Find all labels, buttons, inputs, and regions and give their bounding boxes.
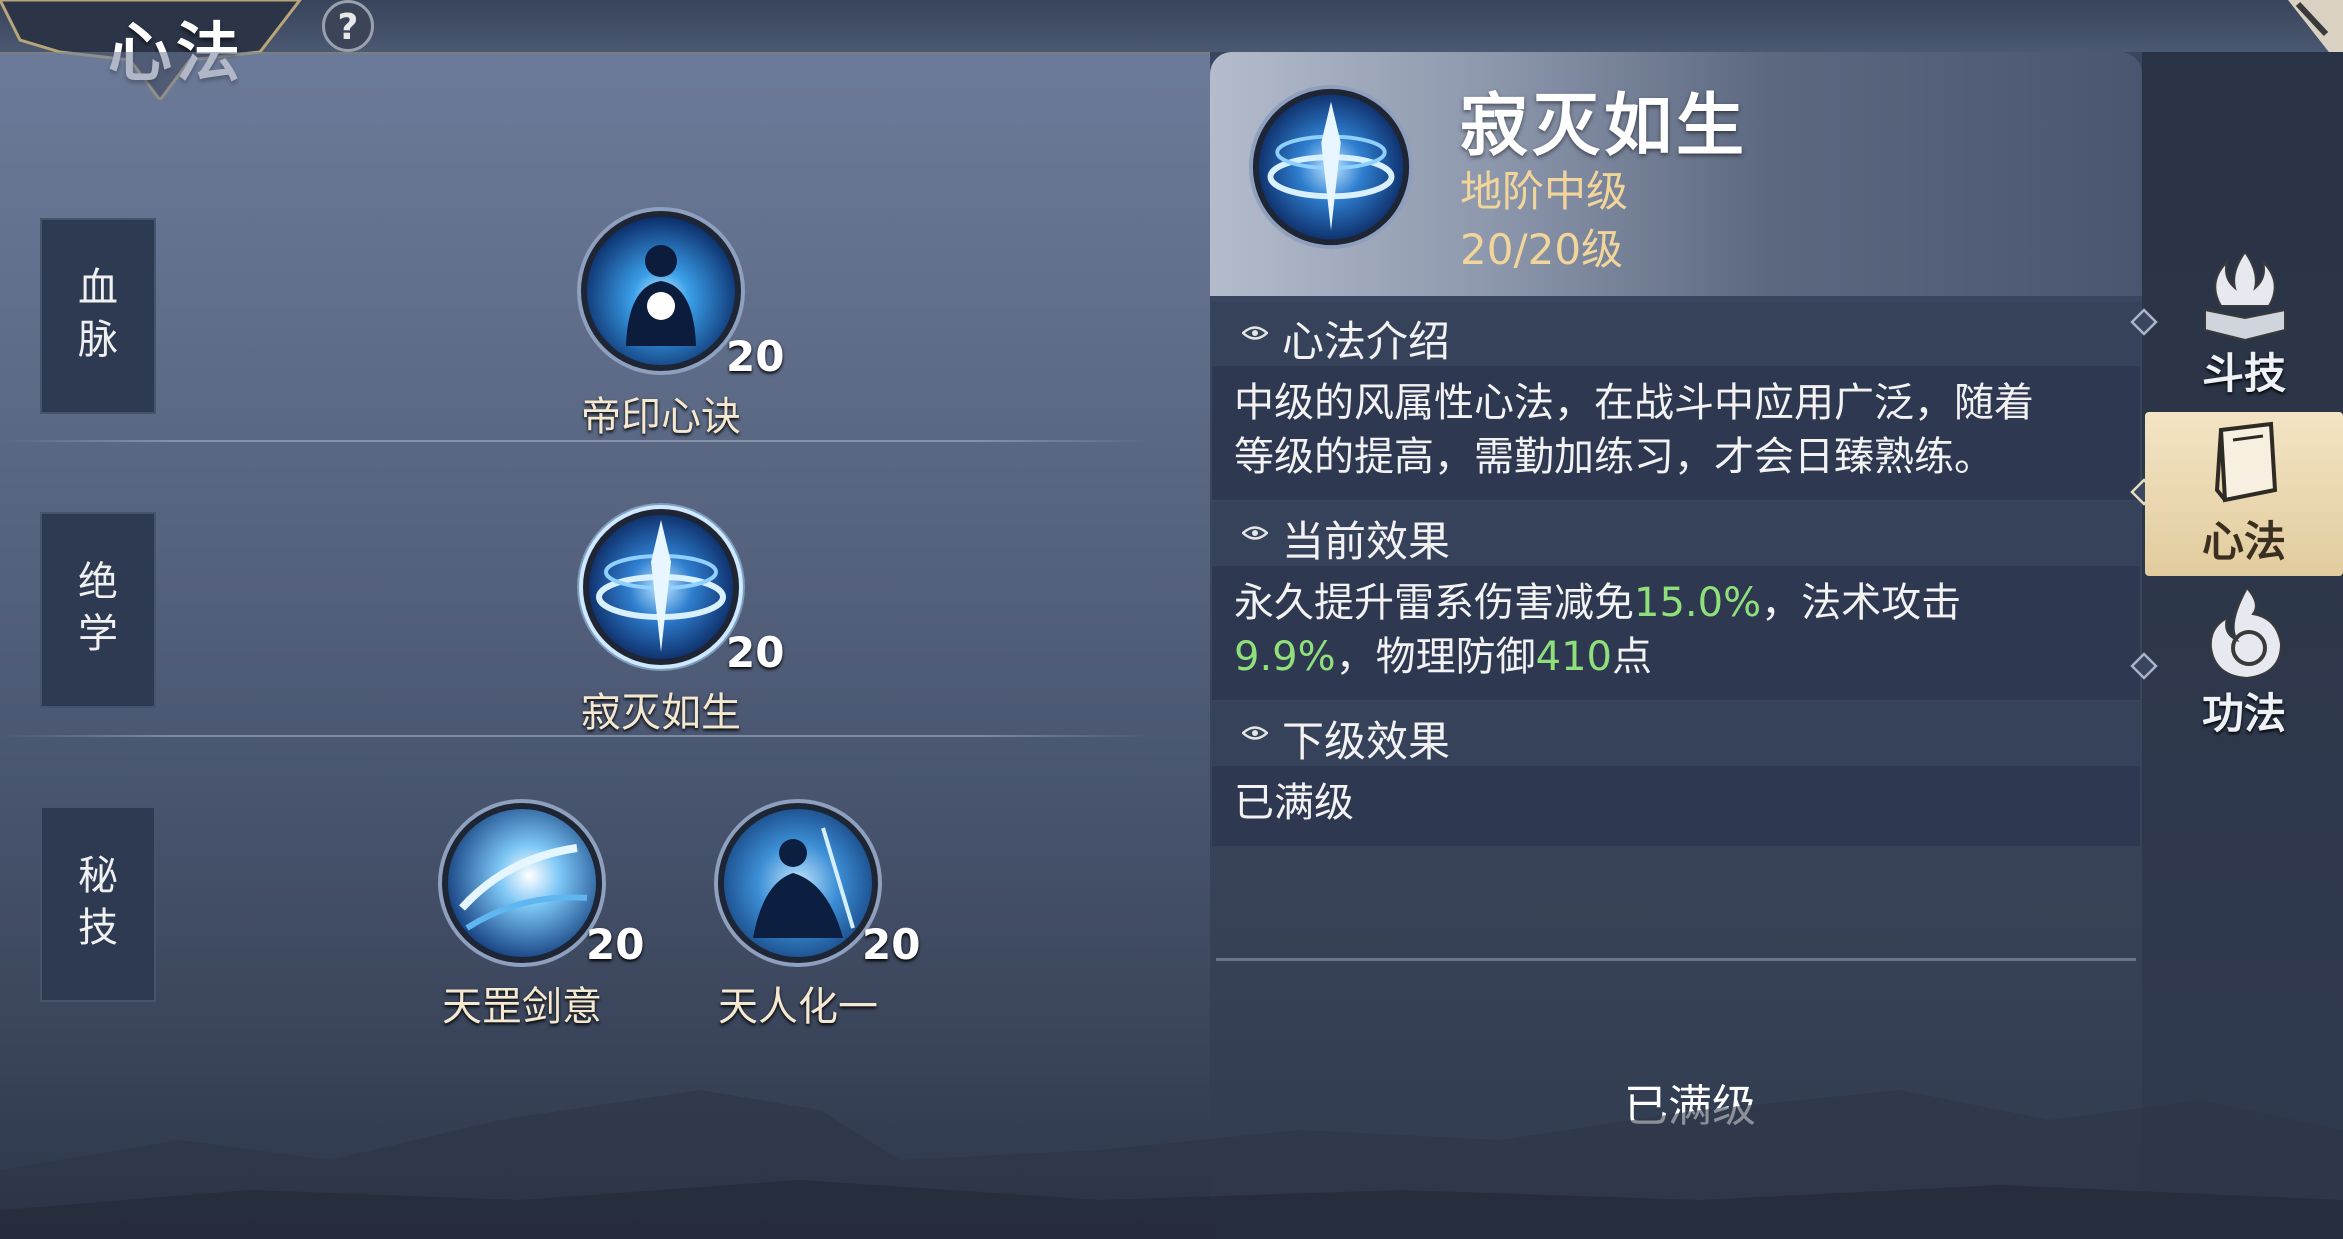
mountain-backdrop	[0, 1090, 2343, 1239]
section-header-current: 当前效果	[1212, 502, 2140, 566]
flame-swirl-icon	[2209, 586, 2283, 680]
section-body-current: 永久提升雷系伤害减免15.0%，法术攻击 9.9%，物理防御410点	[1212, 566, 2140, 700]
skill-icon-tian-gang-jian-yi[interactable]	[437, 798, 607, 968]
tab-label: 心法	[2201, 517, 2286, 566]
detail-skill-icon	[1248, 84, 1414, 250]
row-tag-secret-skill: 秘 技	[40, 806, 156, 1002]
section-body-next: 已满级	[1212, 766, 2140, 846]
intro-line: 中级的风属性心法，在战斗中应用广泛，随着	[1234, 380, 2034, 426]
next-effect-text: 已满级	[1234, 780, 1354, 826]
flame-book-icon	[2204, 250, 2286, 342]
scroll-book-icon	[2214, 421, 2278, 503]
eye-diamond-icon	[1242, 326, 1268, 340]
tab-label: 功法	[2201, 689, 2286, 738]
skill-name: 天人化一	[718, 984, 878, 1030]
row-tag-ultimate: 绝 学	[40, 512, 156, 708]
skill-level: 20	[862, 920, 921, 969]
tab-xin-fa[interactable]: 心法	[2145, 412, 2343, 576]
tab-dou-ji[interactable]: 斗技	[2145, 244, 2343, 404]
section-header-next: 下级效果	[1212, 702, 2140, 766]
detail-divider	[1216, 958, 2136, 961]
help-button[interactable]: ?	[322, 0, 374, 52]
skill-level: 20	[726, 332, 785, 381]
section-body-intro: 中级的风属性心法，在战斗中应用广泛，随着 等级的提高，需勤加练习，才会日臻熟练。	[1212, 366, 2140, 500]
skill-level: 20	[726, 628, 785, 677]
detail-grade: 地阶中级	[1460, 167, 1629, 216]
section-header-intro: 心法介绍	[1212, 302, 2140, 366]
row-divider	[0, 440, 1150, 442]
detail-level: 20/20级	[1460, 225, 1624, 274]
skill-name: 寂灭如生	[581, 690, 741, 736]
eye-diamond-icon	[1242, 726, 1268, 740]
skill-level: 20	[586, 920, 645, 969]
row-divider	[0, 735, 1150, 737]
tab-gong-fa[interactable]: 功法	[2145, 584, 2343, 744]
skill-name: 天罡剑意	[442, 984, 602, 1030]
effect-line-1: 永久提升雷系伤害减免15.0%，法术攻击	[1234, 580, 1962, 626]
skill-icon-ji-mie-ru-sheng[interactable]	[576, 502, 746, 672]
tab-label: 斗技	[2201, 349, 2286, 398]
intro-line: 等级的提高，需勤加练习，才会日臻熟练。	[1234, 434, 1994, 480]
skill-name: 帝印心诀	[581, 394, 741, 440]
skill-icon-di-yin-xin-jue[interactable]	[576, 206, 746, 376]
skill-icon-tian-ren-hua-yi[interactable]	[713, 798, 883, 968]
detail-skill-name: 寂灭如生	[1460, 87, 1749, 166]
row-tag-bloodline: 血 脉	[40, 218, 156, 414]
eye-diamond-icon	[1242, 526, 1268, 540]
effect-line-2: 9.9%，物理防御410点	[1234, 634, 1652, 680]
